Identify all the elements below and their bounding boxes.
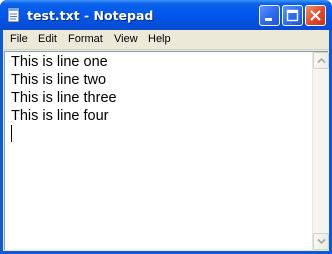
notepad-icon[interactable]: [7, 7, 21, 23]
window-client-area: File Edit Format View Help This is line …: [3, 30, 329, 251]
text-line: This is line four: [11, 108, 109, 124]
menu-help[interactable]: Help: [147, 32, 172, 47]
close-icon: [310, 10, 321, 21]
maximize-icon: [286, 9, 299, 22]
chevron-up-icon: [317, 57, 326, 64]
document-text[interactable]: This is line one This is line two This i…: [11, 53, 301, 243]
minimize-button[interactable]: [259, 5, 280, 26]
notepad-window: test.txt - Notepad File Edit Format View: [0, 0, 332, 254]
close-button[interactable]: [305, 5, 326, 26]
menu-format[interactable]: Format: [67, 32, 104, 47]
text-line-current: [11, 125, 301, 143]
text-line: This is line three: [11, 90, 117, 106]
menu-edit[interactable]: Edit: [37, 32, 58, 47]
text-caret: [11, 125, 12, 142]
maximize-button[interactable]: [282, 5, 303, 26]
menu-file[interactable]: File: [9, 32, 29, 47]
window-title: test.txt - Notepad: [27, 8, 154, 23]
title-bar[interactable]: test.txt - Notepad: [0, 0, 332, 30]
chevron-down-icon: [317, 238, 326, 245]
minimize-icon: [265, 18, 272, 21]
vertical-scrollbar[interactable]: [312, 52, 329, 250]
text-line: This is line two: [11, 72, 107, 88]
text-line: This is line one: [11, 54, 108, 70]
scroll-down-button[interactable]: [313, 233, 329, 250]
text-editor[interactable]: This is line one This is line two This i…: [4, 51, 329, 250]
scroll-up-button[interactable]: [313, 52, 329, 69]
menu-bar: File Edit Format View Help: [3, 30, 329, 50]
menu-view[interactable]: View: [113, 32, 139, 47]
